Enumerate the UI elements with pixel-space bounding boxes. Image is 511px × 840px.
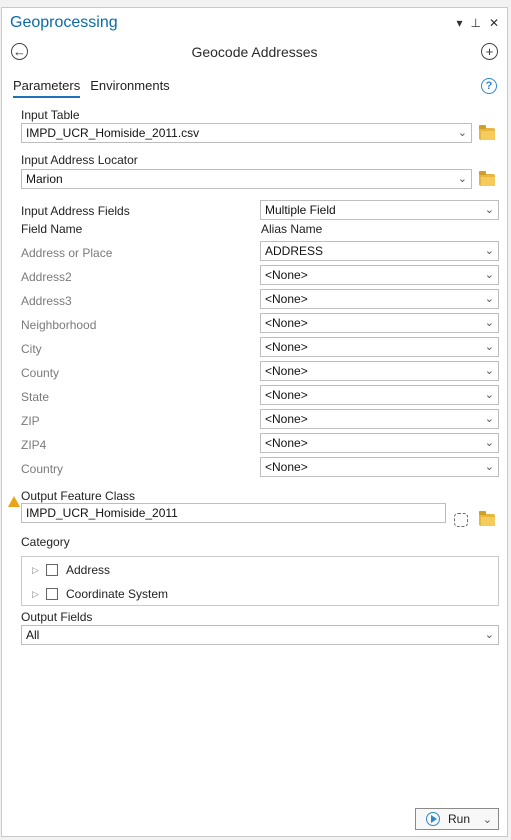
expand-icon[interactable]: ▷ [32,589,46,600]
chevron-down-icon: ⌄ [484,461,494,473]
add-icon[interactable]: + [481,43,498,60]
chevron-down-icon: ⌄ [484,204,494,216]
tool-tabs: Parameters Environments [13,78,170,98]
fields-mode-value: Multiple Field [265,203,336,217]
tab-environments[interactable]: Environments [90,78,169,98]
locator-select[interactable]: Marion ⌄ [21,169,472,189]
input-table-value: IMPD_UCR_Homiside_2011.csv [26,126,200,140]
folder-icon[interactable] [479,171,495,186]
folder-icon[interactable] [479,511,495,526]
warning-icon [8,496,20,507]
field-row-label: Address3 [21,294,72,308]
chevron-down-icon: ⌄ [484,293,494,305]
pin-icon[interactable]: ⊥ [470,16,480,30]
locator-label: Input Address Locator [21,153,138,167]
tool-title: Geocode Addresses [191,44,318,60]
category-label-coordinate-system: Coordinate System [66,587,169,601]
field-row-select[interactable]: <None> ⌄ [260,385,499,405]
field-row-label: ZIP4 [21,438,47,452]
field-row-value: <None> [265,460,308,474]
chevron-down-icon: ⌄ [484,317,494,329]
input-table-select[interactable]: IMPD_UCR_Homiside_2011.csv ⌄ [21,123,472,143]
chevron-down-icon[interactable]: ⌄ [483,813,492,826]
field-row-value: <None> [265,436,308,450]
field-row-label: State [21,390,50,404]
output-fields-label: Output Fields [21,610,93,624]
run-button[interactable]: Run ⌄ [415,808,499,830]
field-row-value: <None> [265,340,308,354]
field-row-select[interactable]: ADDRESS ⌄ [260,241,499,261]
category-box: ▷ Address ▷ Coordinate System [21,556,499,606]
field-name-header: Field Name [21,222,83,236]
field-row-label: ZIP [21,414,40,428]
field-row-value: <None> [265,388,308,402]
output-feature-class-input[interactable]: IMPD_UCR_Homiside_2011 [21,503,446,523]
field-row-label: Address or Place [21,246,113,260]
chevron-down-icon: ⌄ [457,173,467,185]
chevron-down-icon: ⌄ [457,127,467,139]
chevron-down-icon: ⌄ [484,437,494,449]
chevron-down-icon: ⌄ [484,389,494,401]
run-icon [426,812,440,826]
field-row-label: Neighborhood [21,318,97,332]
chevron-down-icon: ⌄ [484,629,494,641]
output-fields-value: All [26,628,40,642]
input-table-label: Input Table [21,108,80,122]
field-row-select[interactable]: <None> ⌄ [260,313,499,333]
field-row-select[interactable]: <None> ⌄ [260,337,499,357]
category-label-address: Address [66,563,111,577]
field-row-label: City [21,342,42,356]
chevron-down-icon: ⌄ [484,413,494,425]
field-row-value: <None> [265,268,308,282]
field-row-select[interactable]: <None> ⌄ [260,433,499,453]
field-row-value: <None> [265,364,308,378]
field-row-label: Country [21,462,64,476]
field-row-label: County [21,366,60,380]
field-row-value: <None> [265,292,308,306]
field-row-select[interactable]: <None> ⌄ [260,409,499,429]
output-fields-select[interactable]: All ⌄ [21,625,499,645]
output-label: Output Feature Class [21,489,136,503]
field-row-value: <None> [265,412,308,426]
category-row[interactable]: ▷ Address [32,563,110,577]
chevron-down-icon: ⌄ [484,245,494,257]
field-row-value: ADDRESS [265,244,324,258]
schema-icon[interactable] [454,513,468,527]
fields-label: Input Address Fields [21,204,130,218]
category-label: Category [21,535,70,549]
field-row-label: Address2 [21,270,72,284]
field-row-select[interactable]: <None> ⌄ [260,361,499,381]
alias-name-header: Alias Name [261,222,323,236]
menu-icon[interactable]: ▾ [456,16,462,30]
geoprocessing-pane: Geoprocessing ▾ ⊥ ✕ ← Geocode Addresses … [1,7,508,837]
chevron-down-icon: ⌄ [484,269,494,281]
checkbox[interactable] [46,564,58,576]
folder-icon[interactable] [479,125,495,140]
locator-value: Marion [26,172,63,186]
tab-parameters[interactable]: Parameters [13,78,81,98]
help-icon[interactable]: ? [481,78,497,94]
field-row-select[interactable]: <None> ⌄ [260,289,499,309]
pane-controls: ▾ ⊥ ✕ [456,16,499,30]
field-row-select[interactable]: <None> ⌄ [260,457,499,477]
field-row-select[interactable]: <None> ⌄ [260,265,499,285]
expand-icon[interactable]: ▷ [32,565,46,576]
pane-title: Geoprocessing [10,14,118,31]
chevron-down-icon: ⌄ [484,341,494,353]
fields-mode-select[interactable]: Multiple Field ⌄ [260,200,499,220]
field-row-value: <None> [265,316,308,330]
close-icon[interactable]: ✕ [489,16,499,30]
checkbox[interactable] [46,588,58,600]
run-label: Run [448,812,471,826]
chevron-down-icon: ⌄ [484,365,494,377]
output-feature-class-value: IMPD_UCR_Homiside_2011 [26,506,178,520]
category-row[interactable]: ▷ Coordinate System [32,587,168,601]
